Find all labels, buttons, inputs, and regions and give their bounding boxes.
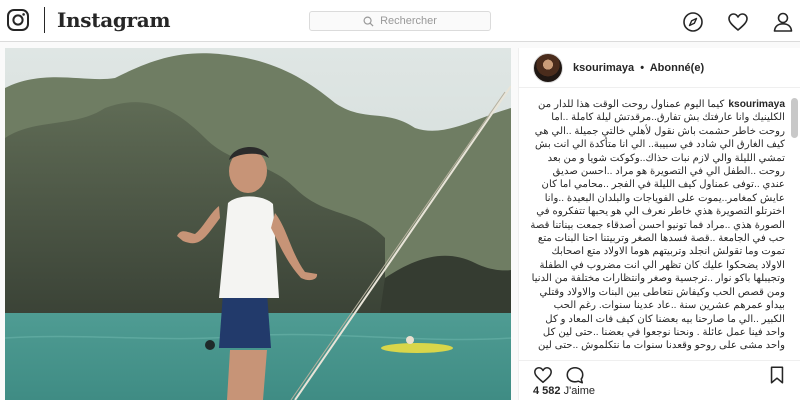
- likes-number: 4 582: [533, 385, 561, 397]
- activity-button[interactable]: [727, 11, 749, 33]
- like-button[interactable]: [533, 365, 553, 385]
- profile-button[interactable]: [772, 11, 794, 33]
- explore-icon: [683, 12, 703, 32]
- likes-label: J'aime: [563, 385, 596, 397]
- caption-text: كيما اليوم عمناول روحت الوقت هذا للدار م…: [530, 99, 785, 352]
- caption-username[interactable]: ksourimaya: [728, 99, 785, 110]
- post-photo[interactable]: [5, 48, 511, 400]
- logo-divider: [44, 7, 45, 33]
- instagram-logo[interactable]: Instagram: [6, 7, 171, 33]
- search-icon: [363, 16, 374, 27]
- profile-icon: [773, 12, 793, 32]
- instagram-wordmark[interactable]: Instagram: [57, 8, 171, 32]
- comment-icon: [566, 366, 584, 384]
- search-input[interactable]: Rechercher: [309, 11, 491, 31]
- scrollbar[interactable]: [791, 98, 798, 138]
- avatar[interactable]: [533, 52, 563, 83]
- heart-icon: [728, 13, 748, 31]
- likes-count[interactable]: 4 582 J'aime: [533, 385, 595, 397]
- comments-area[interactable]: ksourimayaكيما اليوم عمناول روحت الوقت ه…: [519, 94, 800, 358]
- post-caption: ksourimayaكيما اليوم عمناول روحت الوقت ه…: [529, 98, 785, 353]
- save-button[interactable]: [767, 365, 787, 385]
- heart-icon: [534, 366, 552, 384]
- top-navigation-bar: Instagram Rechercher: [0, 0, 800, 42]
- instagram-camera-icon[interactable]: [6, 8, 30, 32]
- follow-status-button[interactable]: Abonné(e): [650, 62, 704, 74]
- comment-button[interactable]: [565, 365, 585, 385]
- explore-button[interactable]: [682, 11, 704, 33]
- bookmark-icon: [770, 366, 784, 384]
- post-image: [5, 48, 511, 400]
- search-placeholder: Rechercher: [380, 15, 437, 27]
- separator-dot: •: [640, 61, 645, 74]
- post-author: ksourimaya • Abonné(e): [573, 62, 704, 74]
- post-header: ksourimaya • Abonné(e): [519, 48, 800, 88]
- post-side-panel: ksourimaya • Abonné(e) ksourimayaكيما ال…: [518, 48, 800, 400]
- username-link[interactable]: ksourimaya: [573, 62, 634, 74]
- post-actions: [519, 360, 800, 384]
